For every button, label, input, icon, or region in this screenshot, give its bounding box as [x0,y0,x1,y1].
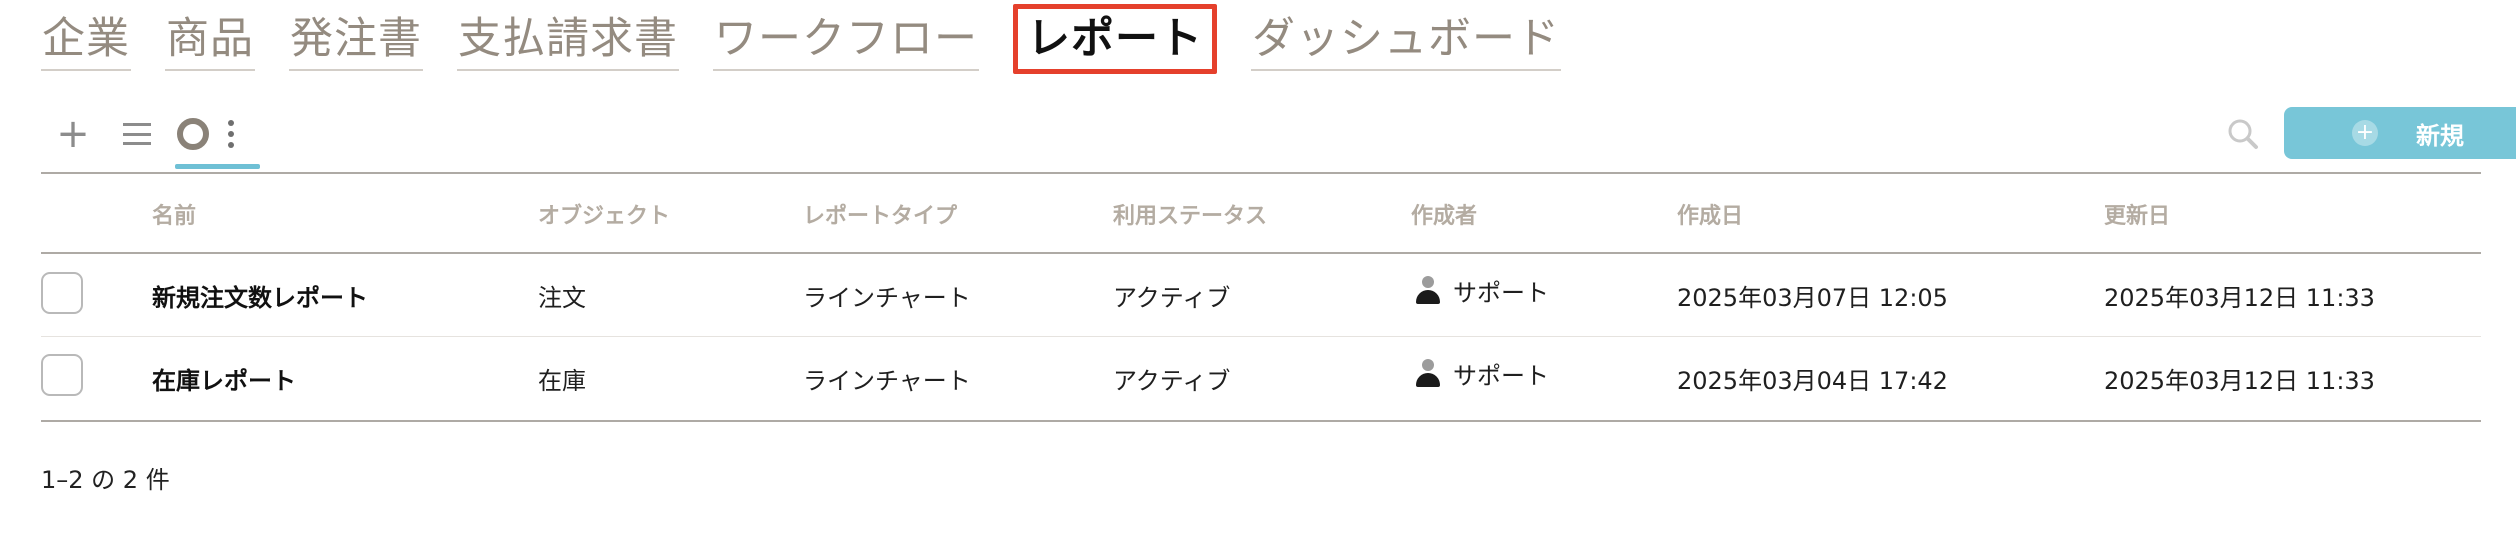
search-icon[interactable] [2223,114,2263,154]
report-created-date: 2025年03月04日 17:42 [1677,367,1948,395]
column-header-report-type[interactable]: レポートタイプ [803,198,957,230]
row-checkbox[interactable] [41,272,83,314]
column-header-updated[interactable]: 更新日 [2104,198,2170,230]
report-author: サポート [1415,273,1549,308]
nav-item-reports[interactable]: レポート [1013,4,1217,74]
author-name: サポート [1453,279,1549,307]
report-created-date: 2025年03月07日 12:05 [1677,284,1948,312]
nav-item-workflow[interactable]: ワークフロー [713,9,979,71]
column-header-author[interactable]: 作成者 [1411,198,1477,230]
column-header-created[interactable]: 作成日 [1677,198,1743,230]
nav-item-companies[interactable]: 企業 [41,9,131,71]
ring-icon[interactable] [173,114,213,154]
report-type: ラインチャート [803,284,971,312]
active-view-underline [175,164,260,169]
author-name: サポート [1453,362,1549,390]
user-icon [1415,358,1441,389]
column-header-object[interactable]: オブジェクト [538,198,670,230]
column-header-status[interactable]: 利用ステータス [1113,198,1267,230]
nav-item-products[interactable]: 商品 [165,9,255,71]
nav-item-purchase-orders[interactable]: 発注書 [289,9,423,71]
row-divider [41,336,2481,337]
toolbar: + + 新規 [41,100,2516,170]
nav-item-invoices[interactable]: 支払請求書 [457,9,679,71]
plus-circle-icon: + [2352,120,2378,146]
report-type: ラインチャート [803,367,971,395]
report-object: 在庫 [538,367,586,395]
nav-item-dashboard[interactable]: ダッシュボード [1251,9,1561,71]
table-top-rule [41,172,2481,174]
report-updated-date: 2025年03月12日 11:33 [2104,284,2375,312]
plus-icon[interactable]: + [53,114,93,154]
header-bottom-rule [41,252,2481,254]
column-header-name[interactable]: 名前 [152,198,196,230]
report-name[interactable]: 新規注文数レポート [152,278,368,313]
new-button-label: 新規 [2416,121,2464,150]
report-author: サポート [1415,356,1549,391]
report-status: アクティブ [1113,284,1231,312]
pagination-summary: 1–2 の 2 件 [41,466,170,494]
report-object: 注文 [538,284,586,312]
list-icon[interactable] [117,114,157,154]
report-status: アクティブ [1113,367,1231,395]
top-nav: 企業 商品 発注書 支払請求書 ワークフロー レポート ダッシュボード [41,0,1595,80]
table-bottom-rule [41,420,2481,422]
report-name[interactable]: 在庫レポート [152,361,296,396]
row-checkbox[interactable] [41,354,83,396]
new-button[interactable]: + 新規 [2284,107,2516,159]
user-icon [1415,275,1441,306]
report-updated-date: 2025年03月12日 11:33 [2104,367,2375,395]
more-vertical-icon[interactable] [221,114,241,154]
